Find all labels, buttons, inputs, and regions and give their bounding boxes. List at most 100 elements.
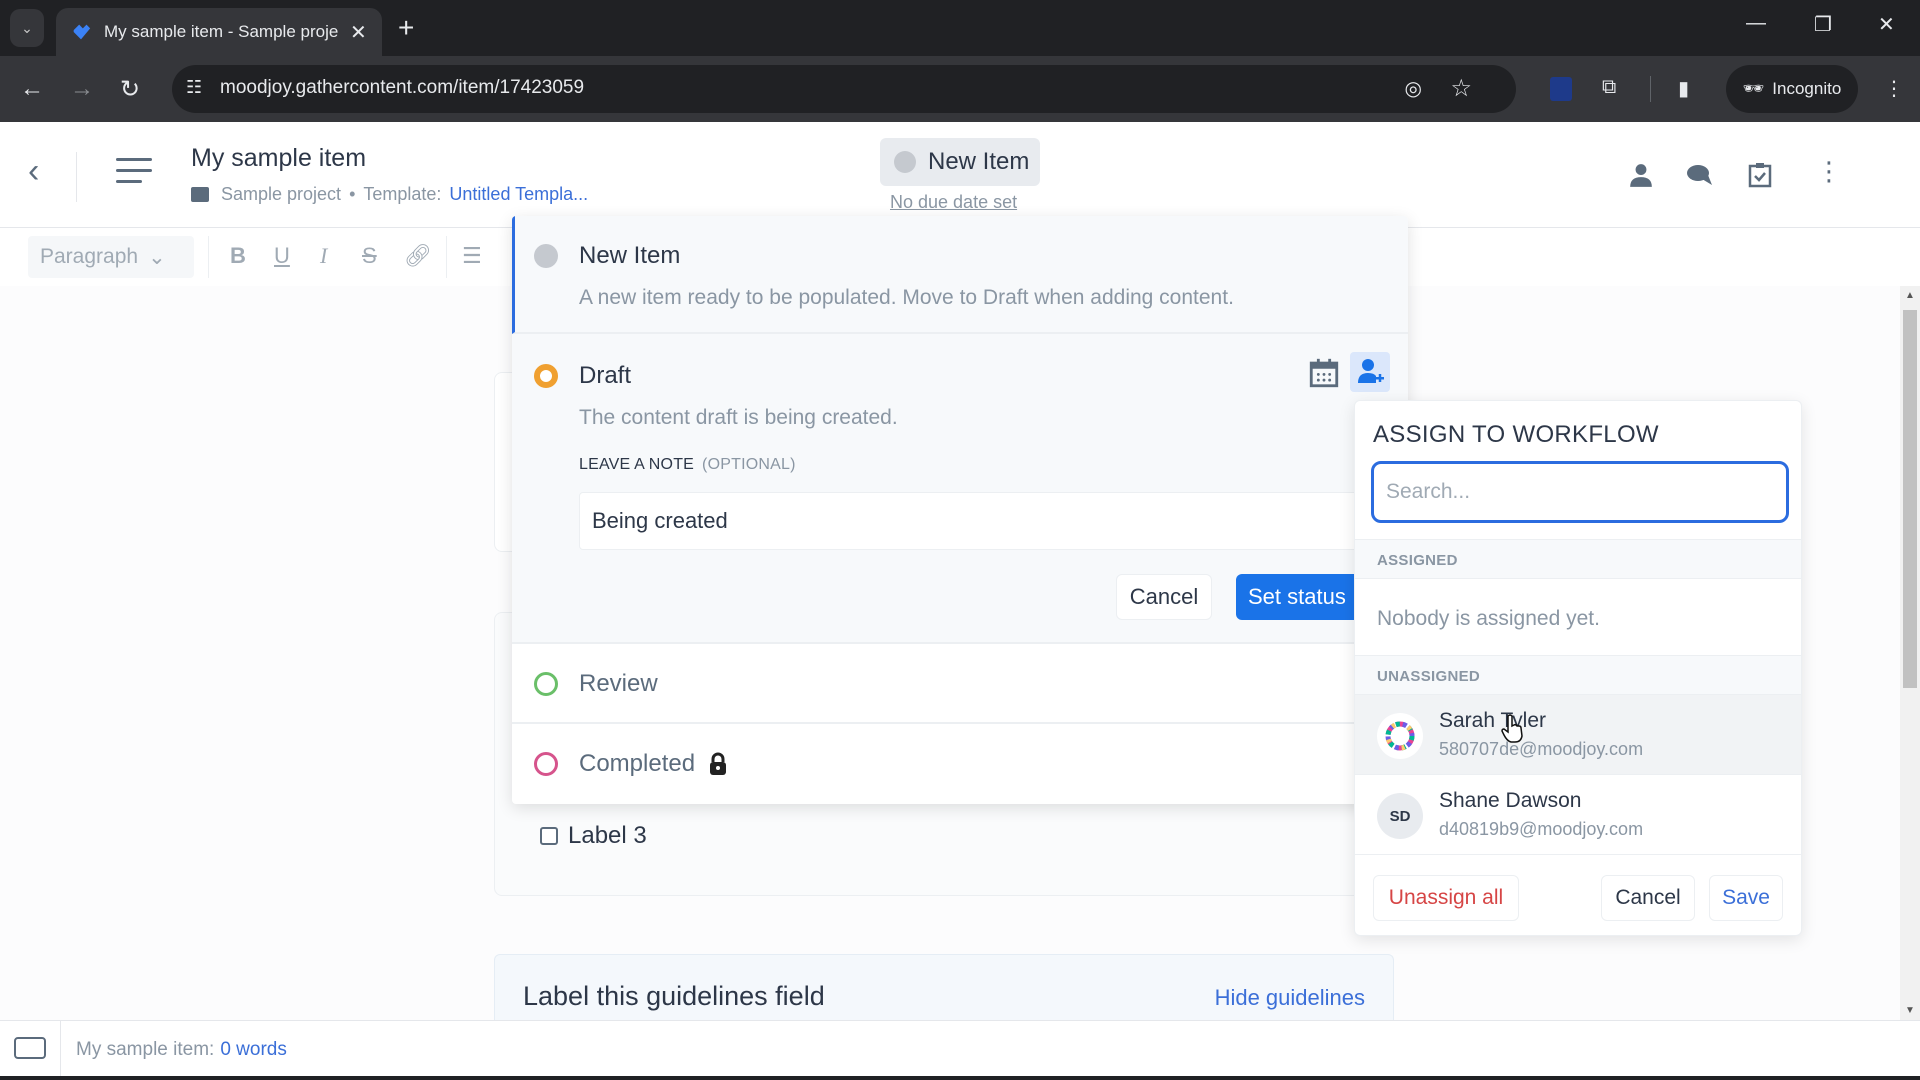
checkbox-label-3[interactable]: Label 3 xyxy=(540,822,647,850)
note-input[interactable] xyxy=(579,492,1399,550)
close-tab-icon[interactable]: ✕ xyxy=(350,20,367,45)
word-count[interactable]: 0 words xyxy=(220,1039,287,1060)
eye-off-icon[interactable]: ◎ xyxy=(1405,76,1422,101)
status-option-review[interactable]: Review xyxy=(512,644,1408,724)
reload-icon[interactable]: ↻ xyxy=(120,75,140,104)
user-name: Shane Dawson xyxy=(1439,789,1582,812)
browser-toolbar: ← → ↻ ☷ moodjoy.gathercontent.com/item/1… xyxy=(0,56,1920,122)
site-info-icon[interactable]: ☷ xyxy=(186,77,202,98)
user-icon[interactable] xyxy=(1628,162,1654,188)
template-label: Template: xyxy=(363,184,442,204)
checkbox[interactable] xyxy=(540,827,558,845)
header-divider xyxy=(76,152,77,202)
footer-divider xyxy=(60,1021,61,1077)
note-label-text: LEAVE A NOTE xyxy=(579,456,695,473)
status-name: New Item xyxy=(579,242,681,269)
scrollbar-thumb[interactable] xyxy=(1903,310,1917,688)
status-pill-button[interactable]: New Item xyxy=(880,138,1040,186)
status-dot-icon xyxy=(534,244,558,268)
hide-guidelines-link[interactable]: Hide guidelines xyxy=(1215,985,1365,1011)
checkbox-label: Label 3 xyxy=(568,822,647,849)
assign-user-button[interactable] xyxy=(1350,352,1390,392)
guidelines-card: Label this guidelines field Hide guideli… xyxy=(494,954,1394,1024)
avatar-initials: SD xyxy=(1377,793,1423,839)
toolbar-divider xyxy=(446,236,447,278)
checklist-icon[interactable] xyxy=(1748,162,1772,188)
assignee-search-input[interactable] xyxy=(1371,461,1789,523)
extension-icon[interactable] xyxy=(1550,77,1572,101)
hand-cursor-icon xyxy=(1501,714,1523,743)
incognito-badge[interactable]: 🕶 Incognito xyxy=(1726,65,1858,113)
keyboard-icon[interactable] xyxy=(14,1037,46,1059)
save-assign-button[interactable]: Save xyxy=(1709,875,1783,921)
underline-button[interactable]: U xyxy=(274,243,290,269)
template-link[interactable]: Untitled Templa... xyxy=(449,184,588,205)
item-breadcrumb: Sample project • Template: Untitled Temp… xyxy=(191,184,588,205)
status-dot-icon xyxy=(894,151,916,173)
scroll-down-icon[interactable]: ▼ xyxy=(1905,1005,1915,1016)
strikethrough-button[interactable]: S xyxy=(362,243,377,269)
status-dropdown: New Item A new item ready to be populate… xyxy=(512,216,1408,804)
menu-lines-icon[interactable] xyxy=(116,158,152,191)
browser-tab-bar: ⌄ My sample item - Sample proje ✕ + — ❐ … xyxy=(0,0,1920,56)
user-option[interactable]: Sarah Tyler 580707de@moodjoy.com xyxy=(1355,695,1801,775)
incognito-label: Incognito xyxy=(1772,79,1842,98)
tab-search-button[interactable]: ⌄ xyxy=(10,9,44,47)
status-option-new-item[interactable]: New Item A new item ready to be populate… xyxy=(512,216,1408,334)
status-description: A new item ready to be populated. Move t… xyxy=(579,286,1234,309)
back-icon[interactable]: ← xyxy=(20,75,44,103)
chevron-down-icon: ⌄ xyxy=(21,19,33,36)
comments-icon[interactable] xyxy=(1686,162,1714,188)
popup-title: ASSIGN TO WORKFLOW xyxy=(1373,421,1659,448)
forward-icon[interactable]: → xyxy=(70,75,94,103)
restore-icon[interactable]: ❐ xyxy=(1814,12,1832,37)
screen-bottom-edge xyxy=(0,1076,1920,1080)
status-description: The content draft is being created. xyxy=(579,406,898,429)
minimize-icon[interactable]: — xyxy=(1746,12,1766,35)
current-status: New Item xyxy=(928,148,1030,175)
cancel-assign-button[interactable]: Cancel xyxy=(1601,875,1695,921)
incognito-icon: 🕶 xyxy=(1742,79,1765,98)
bookmark-star-icon[interactable]: ☆ xyxy=(1450,74,1472,103)
new-tab-button[interactable]: + xyxy=(398,12,414,44)
back-chevron-icon[interactable]: ‹ xyxy=(28,152,39,191)
avatar xyxy=(1377,713,1423,759)
browser-menu-icon[interactable]: ⋮ xyxy=(1884,76,1904,101)
more-options-icon[interactable]: ⋮ xyxy=(1816,156,1842,187)
avatar-flower-icon xyxy=(1385,721,1415,751)
url-text: moodjoy.gathercontent.com/item/17423059 xyxy=(220,77,585,98)
scroll-up-icon[interactable]: ▲ xyxy=(1905,290,1915,301)
bold-button[interactable]: B xyxy=(230,243,246,269)
assigned-heading: ASSIGNED xyxy=(1355,539,1801,579)
user-name: Sarah Tyler xyxy=(1439,709,1546,732)
unassigned-heading: UNASSIGNED xyxy=(1355,655,1801,695)
status-ring-icon xyxy=(534,672,558,696)
side-panel-icon[interactable]: ▮ xyxy=(1678,76,1689,101)
footer-status-bar: My sample item: 0 words xyxy=(0,1020,1920,1077)
user-option[interactable]: SD Shane Dawson d40819b9@moodjoy.com xyxy=(1355,775,1801,855)
link-icon[interactable]: 🔗︎ xyxy=(404,243,432,269)
calendar-icon[interactable] xyxy=(1307,356,1341,390)
status-name: Review xyxy=(579,670,658,697)
project-name[interactable]: Sample project xyxy=(221,184,341,205)
toolbar-divider xyxy=(208,236,209,278)
user-email: 580707de@moodjoy.com xyxy=(1439,739,1644,759)
address-bar[interactable]: ☷ moodjoy.gathercontent.com/item/1742305… xyxy=(172,65,1516,113)
status-option-completed[interactable]: Completed xyxy=(512,724,1408,804)
item-title: My sample item xyxy=(191,144,367,172)
folder-icon xyxy=(191,187,209,202)
due-date-link[interactable]: No due date set xyxy=(890,192,1017,213)
word-count-info: My sample item: 0 words xyxy=(76,1039,287,1061)
italic-button[interactable]: I xyxy=(320,243,327,269)
bullet-list-icon[interactable]: ☰ xyxy=(462,243,482,269)
paragraph-style-value: Paragraph xyxy=(40,245,139,268)
unassign-all-button[interactable]: Unassign all xyxy=(1373,875,1519,921)
page-scrollbar[interactable]: ▲ ▼ xyxy=(1900,286,1920,1020)
cancel-status-button[interactable]: Cancel xyxy=(1116,574,1212,620)
user-plus-icon xyxy=(1358,359,1384,383)
close-window-icon[interactable]: ✕ xyxy=(1878,12,1895,37)
browser-tab[interactable]: My sample item - Sample proje ✕ xyxy=(56,8,382,56)
paragraph-style-select[interactable]: Paragraph ⌄ xyxy=(28,236,194,278)
extensions-puzzle-icon[interactable]: ⧉ xyxy=(1602,76,1616,99)
status-name: Completed xyxy=(579,750,696,777)
